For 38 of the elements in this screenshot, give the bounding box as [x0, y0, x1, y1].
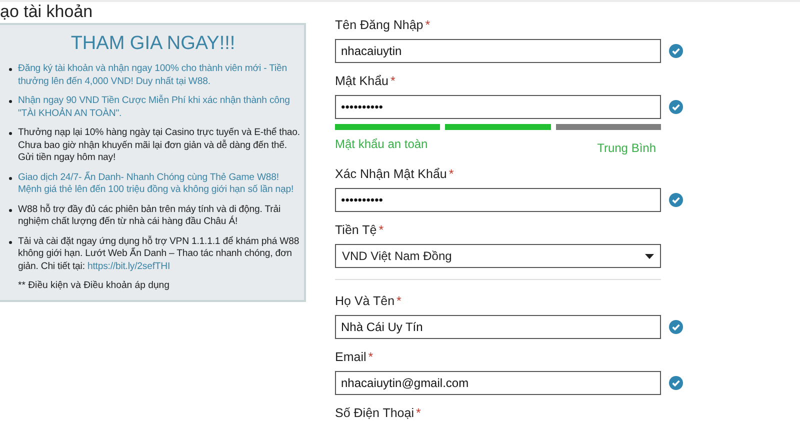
- bullet-icon: [9, 68, 12, 71]
- terms-note: ** Điều kiện và Điều khoản áp dụng: [18, 280, 170, 291]
- bullet-icon: [9, 176, 12, 180]
- promo-text: Tải và cài đặt ngay ứng dụng hỗ trợ VPN 1.1.1.1 để khám phá W88 không giới hạn. Lướt Web Ẩn Danh – Thao tác nhanh chóng, đơn giản. Chi tiết tại: https://bit.ly/2sefTHI: [18, 236, 300, 273]
- input-field[interactable]: nhacaiuytin@gmail.com: [335, 371, 661, 395]
- required-icon: *: [425, 18, 430, 32]
- promo-text: Nhận ngay 90 VND Tiền Cược Miễn Phí khi xác nhận thành công "TÀI KHOẢN AN TOÀN".: [18, 95, 291, 120]
- input-field[interactable]: ••••••••••: [335, 95, 661, 119]
- field-label: Email: [335, 350, 366, 364]
- promo-text: W88 hỗ trợ đầy đủ các phiên bản trên máy tính và di động. Trải nghiệm chất lượng đến từ nhà cái hàng đầu Châu Á!: [18, 204, 282, 228]
- required-icon: *: [378, 223, 384, 237]
- bullet-icon: [9, 208, 12, 212]
- field-label: Mật Khẩu: [335, 74, 389, 88]
- promo-text: Giao dịch 24/7- Ẩn Danh- Nhanh Chóng cùng Thẻ Game W88! Mệnh giá thẻ lên đến 100 triệu đồng và không giới hạn số lần nạp!: [18, 172, 295, 196]
- promo-heading: THAM GIA NGAY!!!: [70, 33, 236, 55]
- input-field[interactable]: nhacaiuytin: [335, 39, 661, 63]
- input-field[interactable]: ••••••••••: [335, 188, 661, 212]
- promo-text: Đăng ký tài khoản và nhận ngay 100% cho thành viên mới - Tiền thưởng lên đến 4,000 VND! Duy nhất tại W88.: [18, 63, 288, 88]
- required-icon: *: [448, 167, 454, 181]
- field-label: Xác Nhận Mật Khẩu: [335, 167, 447, 181]
- required-icon: *: [368, 350, 374, 364]
- required-icon: *: [416, 406, 421, 420]
- required-icon: *: [396, 294, 402, 308]
- input-field[interactable]: Nhà Cái Uy Tín: [335, 315, 661, 339]
- required-icon: *: [390, 74, 396, 88]
- field-label: Tiền Tệ: [335, 223, 377, 237]
- bullet-icon: [9, 132, 12, 135]
- strength-rating: Trung Bình: [597, 141, 656, 155]
- bullet-icon: [9, 100, 12, 103]
- caret-icon: [645, 254, 654, 258]
- strength-caption: Mật khẩu an toàn: [335, 137, 428, 153]
- bullet-icon: [9, 240, 12, 244]
- promo-text: Thưởng nạp lại 10% hàng ngày tại Casino trực tuyến và E-thể thao. Chưa bao giờ nhận khuyến mãi lại đơn giản và dễ dàng đến thế. Gửi tiền ngay hôm nay!: [18, 127, 300, 164]
- field-label: Số Điện Thoại: [335, 406, 414, 420]
- currency-dropdown[interactable]: VND Việt Nam Đồng: [335, 244, 661, 268]
- page-title: ạo tài khoản: [0, 2, 94, 21]
- field-label: Tên Đăng Nhập: [335, 18, 424, 32]
- field-label: Họ Và Tên: [335, 294, 395, 308]
